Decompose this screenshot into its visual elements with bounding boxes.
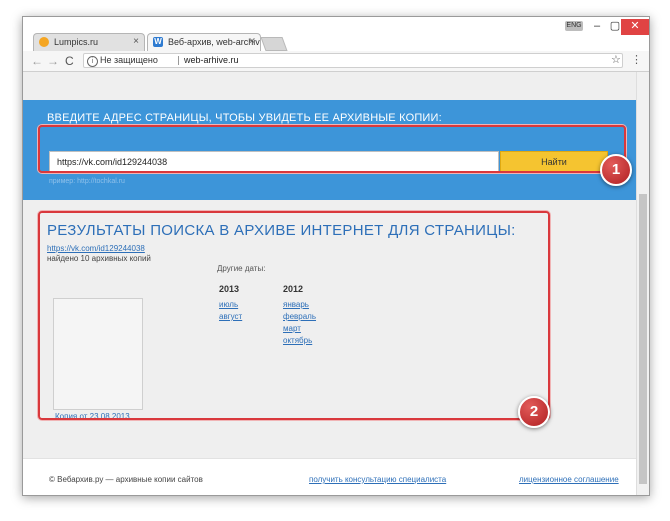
url-field[interactable]: i Не защищено web-arhive.ru bbox=[83, 53, 623, 68]
url-text: web-arhive.ru bbox=[184, 55, 239, 65]
scrollbar-thumb[interactable] bbox=[639, 194, 647, 484]
address-bar: ← → C i Не защищено web-arhive.ru ☆ ⋮ bbox=[23, 51, 649, 72]
new-tab-button[interactable] bbox=[260, 37, 288, 51]
close-icon[interactable]: × bbox=[133, 36, 139, 47]
tab-lumpics[interactable]: Lumpics.ru × bbox=[33, 33, 145, 51]
tab-title: Веб-архив, web-archive bbox=[168, 37, 261, 47]
highlight-frame-search bbox=[38, 125, 626, 173]
page-footer: © Вебархив.ру — архивные копии сайтов по… bbox=[23, 458, 637, 495]
bookmark-star-icon[interactable]: ☆ bbox=[611, 53, 621, 66]
forward-arrow-icon[interactable]: → bbox=[47, 54, 59, 68]
language-indicator: ENG bbox=[565, 21, 583, 31]
tab-title: Lumpics.ru bbox=[54, 37, 99, 47]
menu-icon[interactable]: ⋮ bbox=[631, 53, 642, 66]
step-badge-1: 1 bbox=[600, 154, 632, 186]
w-favicon-icon: W bbox=[153, 37, 163, 47]
reload-icon[interactable]: C bbox=[65, 54, 74, 68]
highlight-frame-results bbox=[38, 211, 550, 420]
window-close-icon[interactable]: ✕ bbox=[621, 19, 649, 35]
license-link[interactable]: лицензионное соглашение bbox=[519, 475, 619, 484]
divider bbox=[178, 56, 179, 65]
footer-copyright: © Вебархив.ру — архивные копии сайтов bbox=[49, 475, 203, 484]
back-arrow-icon[interactable]: ← bbox=[31, 54, 43, 68]
close-icon[interactable]: × bbox=[249, 36, 255, 47]
info-icon[interactable]: i bbox=[87, 56, 98, 67]
security-label: Не защищено bbox=[100, 55, 158, 65]
sun-favicon-icon bbox=[39, 37, 49, 47]
title-bar: Lumpics.ru × W Веб-архив, web-archive × … bbox=[23, 17, 649, 51]
hero-title: ВВЕДИТЕ АДРЕС СТРАНИЦЫ, ЧТОБЫ УВИДЕТЬ ЕЕ… bbox=[47, 112, 442, 124]
example-hint: пример: http://tochkal.ru bbox=[49, 178, 125, 185]
step-badge-2: 2 bbox=[518, 396, 550, 428]
tab-web-archive[interactable]: W Веб-архив, web-archive × bbox=[147, 33, 261, 51]
vertical-scrollbar[interactable] bbox=[636, 72, 649, 495]
consult-link[interactable]: получить консультацию специалиста bbox=[309, 475, 446, 484]
